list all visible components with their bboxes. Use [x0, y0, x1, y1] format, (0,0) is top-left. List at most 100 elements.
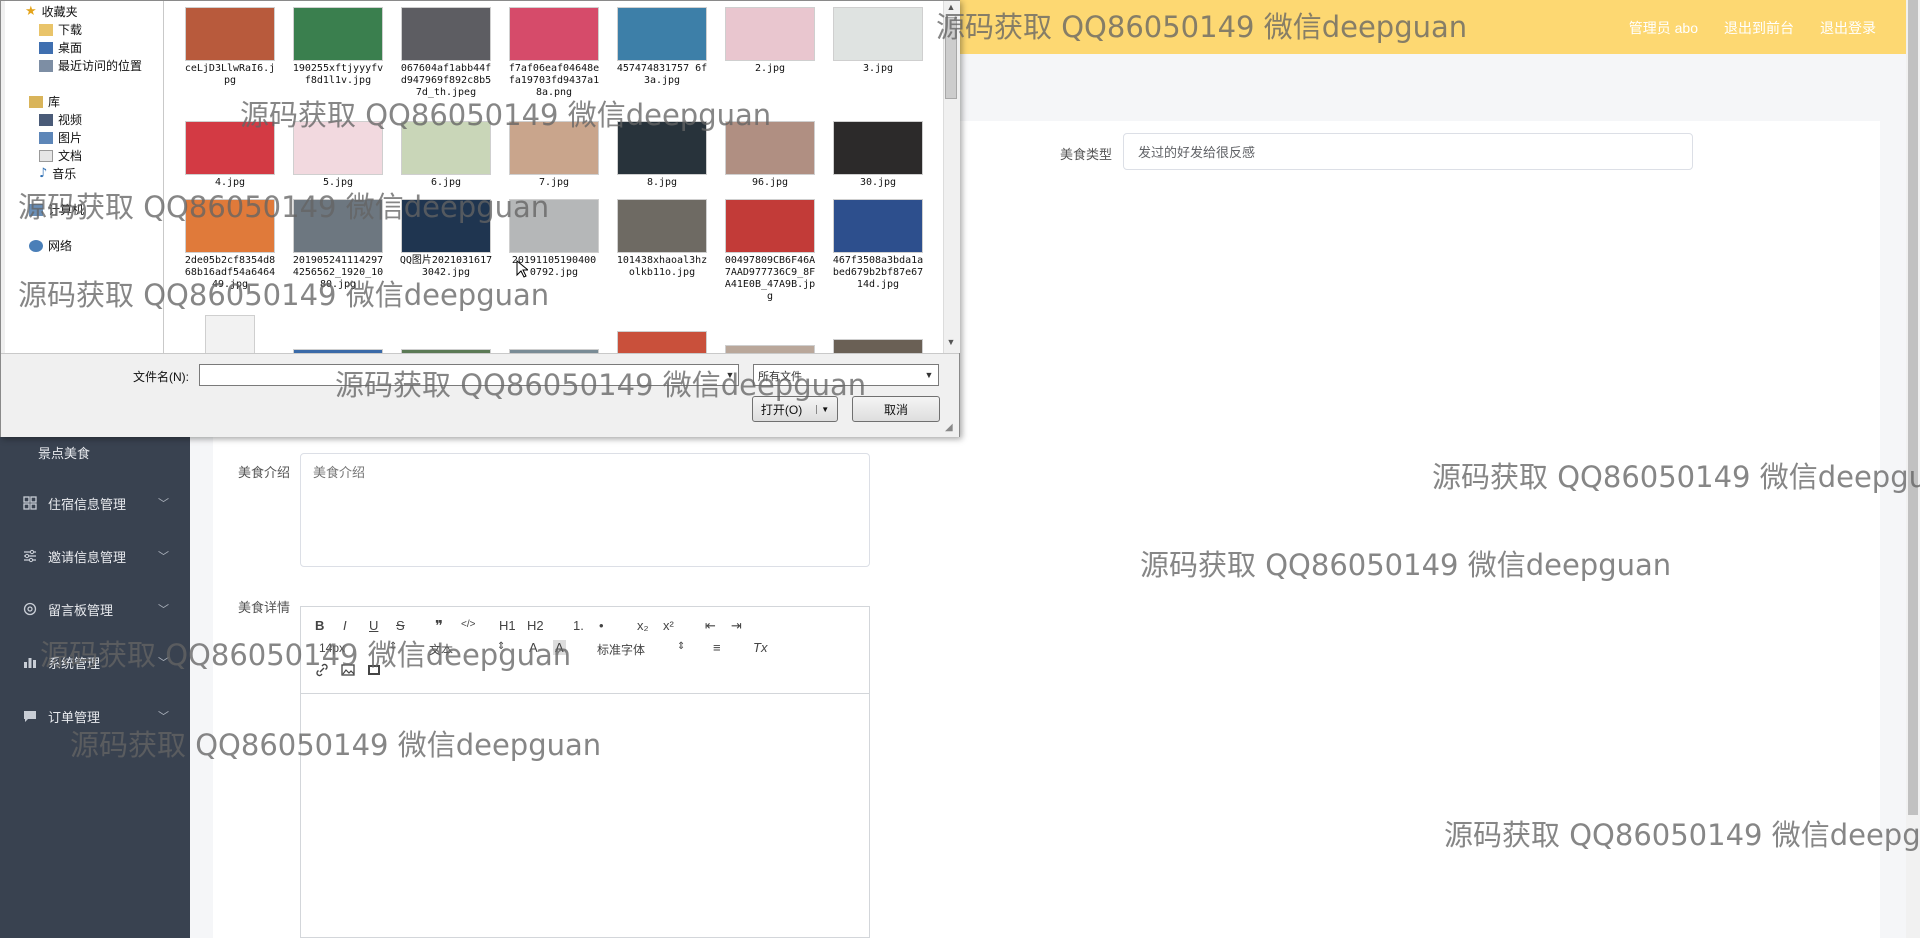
sidebar-item-lodging[interactable]: 住宿信息管理 ﹀	[0, 481, 190, 525]
desktop-icon	[39, 41, 53, 54]
ordered-list-button[interactable]: 1.	[573, 618, 584, 633]
open-button[interactable]: 打开(O) ▼	[752, 396, 838, 422]
header-select[interactable]: 标准字体	[597, 641, 645, 658]
file-item[interactable]: 2.jpg	[720, 7, 820, 75]
logout-link[interactable]: 退出登录	[1820, 18, 1876, 38]
file-item[interactable]: 00497809CB6F46A7AAD977736C9_8FA41E0B_47A…	[720, 199, 820, 303]
chevron-down-icon: ﹀	[158, 711, 169, 723]
bullet-list-button[interactable]: •	[599, 618, 604, 633]
file-item[interactable]: 8.jpg	[612, 121, 712, 189]
tree-item-recent[interactable]: 最近访问的位置	[39, 57, 142, 74]
tree-item-music[interactable]: ♪ 音乐	[39, 165, 76, 182]
intro-textarea[interactable]	[300, 453, 870, 567]
file-item[interactable]: 96.jpg	[720, 121, 820, 189]
superscript-button[interactable]: x²	[663, 618, 674, 633]
file-item[interactable]: 467f3508a3bda1abed679b2bf87e6714d.jpg	[828, 199, 928, 291]
rich-text-editor[interactable]: B I U S ❞ </> H1 H2 1. • x₂ x² ⇤ ⇥ 14px …	[300, 606, 870, 938]
sidebar-item-system[interactable]: 系统管理 ﹀	[0, 640, 190, 684]
tree-item-desktop[interactable]: 桌面	[39, 39, 82, 56]
file-item[interactable]: f7af06eaf04648efa19703fd9437a18a.png	[504, 7, 604, 99]
filename-label: 文件名(N):	[133, 370, 189, 384]
tree-item-network[interactable]: 网络	[29, 237, 72, 254]
file-item[interactable]: 30.jpg	[828, 121, 928, 189]
h2-button[interactable]: H2	[527, 618, 544, 633]
star-icon: ★	[25, 4, 37, 19]
clean-format-button[interactable]: Tx	[753, 640, 767, 655]
cancel-button[interactable]: 取消	[852, 396, 940, 422]
font-color-button[interactable]: A	[529, 640, 538, 655]
tree-item-favorites[interactable]: ★ 收藏夹	[25, 3, 78, 20]
code-block-button[interactable]: </>	[461, 619, 475, 630]
videos-icon	[39, 113, 53, 126]
sidebar-subitem-scenic-food[interactable]: 景点美食	[38, 443, 90, 462]
font-family-select[interactable]: 文本	[429, 641, 453, 658]
food-type-label: 美食类型	[1059, 147, 1112, 162]
sidebar-item-messageboard[interactable]: 留言板管理 ﹀	[0, 587, 190, 631]
indent-button[interactable]: ⇥	[731, 618, 742, 634]
italic-button[interactable]: I	[343, 618, 347, 633]
file-thumbnail	[617, 331, 707, 353]
page-scrollbar-thumb[interactable]	[1908, 0, 1918, 815]
file-list-scrollbar-thumb[interactable]	[945, 17, 957, 99]
file-item[interactable]	[612, 331, 712, 353]
subscript-button[interactable]: x₂	[637, 618, 649, 633]
h1-button[interactable]: H1	[499, 618, 516, 633]
file-item[interactable]: 5.jpg	[288, 121, 388, 189]
blockquote-button[interactable]: ❞	[435, 617, 443, 635]
file-item[interactable]: 7.jpg	[504, 121, 604, 189]
chevron-down-icon: ﹀	[158, 657, 169, 669]
bold-button[interactable]: B	[315, 618, 324, 633]
file-item[interactable]: QQ图片20210316173042.jpg	[396, 199, 496, 279]
image-icon[interactable]	[341, 663, 355, 680]
scroll-up-arrow-icon[interactable]: ▲	[943, 2, 959, 16]
link-icon[interactable]	[315, 663, 329, 680]
admin-label: 管理员 abo	[1628, 20, 1698, 36]
sliders-icon	[22, 548, 38, 564]
font-size-select[interactable]: 14px	[319, 641, 345, 655]
file-item[interactable]: 2de05b2cf8354d868b16adf54a646449.jpg	[180, 199, 280, 291]
outdent-button[interactable]: ⇤	[705, 618, 716, 634]
sidebar-item-orders[interactable]: 订单管理 ﹀	[0, 694, 190, 738]
detail-label: 美食详情	[237, 600, 290, 615]
video-icon[interactable]	[367, 663, 381, 680]
resize-grip-icon[interactable]: ◢	[945, 422, 953, 433]
file-item[interactable]	[180, 315, 280, 353]
tree-item-videos[interactable]: 视频	[39, 111, 82, 128]
strike-button[interactable]: S	[396, 618, 405, 633]
filename-dropdown-icon[interactable]: ▼	[723, 365, 737, 385]
file-item[interactable]: 4.jpg	[180, 121, 280, 189]
settings-icon	[22, 601, 38, 617]
file-item[interactable]: ceLjD3LlwRaI6.jpg	[180, 7, 280, 87]
file-thumbnail	[725, 7, 815, 61]
frontend-link[interactable]: 退出到前台	[1724, 18, 1794, 38]
file-item[interactable]: 201905241114297 4256562_1920_1080.jpg	[288, 199, 388, 291]
music-icon: ♪	[39, 166, 48, 181]
underline-button[interactable]: U	[369, 618, 378, 633]
filename-input[interactable]	[199, 364, 739, 386]
file-item[interactable]: 101438xhaoal3hzolkb11o.jpg	[612, 199, 712, 279]
file-item[interactable]: 067604af1abb44fd947969f892c8b57d_th.jpeg	[396, 7, 496, 99]
tree-item-libraries[interactable]: 库	[29, 93, 60, 110]
background-color-button[interactable]: A	[553, 640, 566, 655]
tree-item-documents[interactable]: 文档	[39, 147, 82, 164]
sidebar-item-label: 系统管理	[48, 655, 101, 671]
sidebar-item-label: 留言板管理	[48, 602, 114, 618]
food-type-input[interactable]: 发过的好发给很反感	[1123, 133, 1693, 170]
filetype-select[interactable]: 所有文件	[753, 364, 939, 386]
tree-item-pictures[interactable]: 图片	[39, 129, 82, 146]
scroll-down-arrow-icon[interactable]: ▼	[943, 337, 959, 351]
file-item[interactable]: 3.jpg	[828, 7, 928, 75]
file-thumbnail	[401, 7, 491, 61]
filetype-dropdown-icon[interactable]: ▼	[921, 365, 937, 385]
file-item[interactable]	[828, 339, 928, 353]
file-item[interactable]	[720, 345, 820, 353]
sidebar-item-invitation[interactable]: 邀请信息管理 ﹀	[0, 534, 190, 578]
file-thumbnail	[617, 7, 707, 61]
align-button[interactable]: ≡	[713, 640, 721, 655]
file-item[interactable]: 457474831757 6f3a.jpg	[612, 7, 712, 87]
tree-item-downloads[interactable]: 下载	[39, 21, 82, 38]
tree-item-computer[interactable]: 计算机	[29, 201, 84, 218]
file-item[interactable]: 190255xftjyyyfvf8d1l1v.jpg	[288, 7, 388, 87]
libraries-icon	[29, 95, 43, 108]
file-item[interactable]: 6.jpg	[396, 121, 496, 189]
